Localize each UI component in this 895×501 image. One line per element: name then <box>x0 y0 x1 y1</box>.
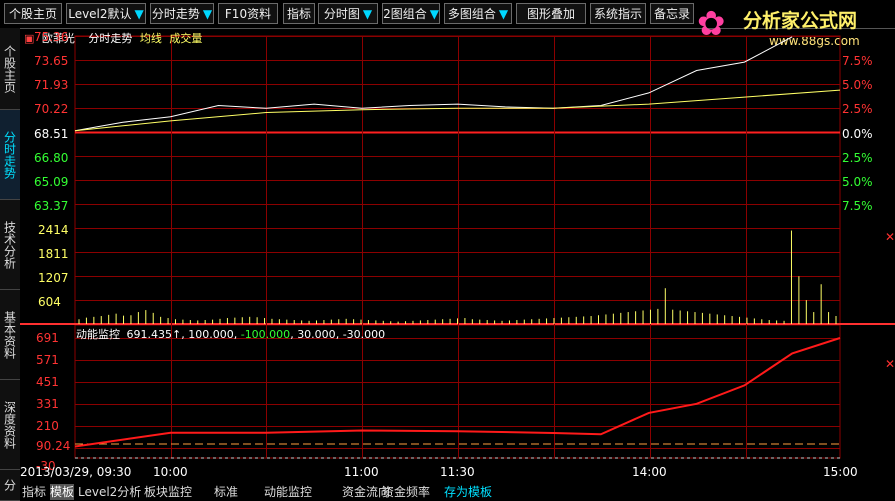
toolbar-button-label: 分时图 <box>323 7 360 21</box>
param-2: -100.000 <box>240 328 291 341</box>
dropdown-arrow-icon[interactable]: ▼ <box>363 7 372 21</box>
toolbar-button-2[interactable]: 分时走势 ▼ <box>150 3 214 24</box>
indicator-tick: 331 <box>36 397 59 411</box>
left-tab-3[interactable]: 基本资料 <box>0 290 20 380</box>
time-label-1000: 10:00 <box>153 465 188 479</box>
toolbar-button-10[interactable]: 备忘录 <box>650 3 694 24</box>
legend-volume: 成交量 <box>169 32 203 45</box>
time-label-1400: 14:00 <box>632 465 667 479</box>
indicator-panel-frame <box>74 324 841 459</box>
toolbar-button-label: 系统指示 <box>593 7 642 21</box>
time-label-1100: 11:00 <box>344 465 379 479</box>
time-label-1500: 15:00 <box>823 465 858 479</box>
time-label-start: 2013/03/29, 09:30 <box>20 465 132 479</box>
toolbar-button-0[interactable]: 个股主页 <box>4 3 62 24</box>
volume-tick: 2414 <box>38 223 69 237</box>
close-x-icon: ✕ <box>885 230 895 244</box>
toolbar-button-4[interactable]: 指标 <box>283 3 315 24</box>
left-tab-4[interactable]: 深度资料 <box>0 380 20 470</box>
param-1: 100.000 <box>188 328 234 341</box>
toolbar-button-9[interactable]: 系统指示 <box>590 3 646 24</box>
legend-avg: 均线 <box>139 32 162 45</box>
toolbar-button-1[interactable]: Level2默认 ▼ <box>66 3 146 24</box>
price-tick: 63.37 <box>34 199 69 213</box>
toolbar-button-label: 图形叠加 <box>526 7 575 21</box>
toolbar-button-8[interactable]: 图形叠加 <box>516 3 586 24</box>
series-line-2 <box>74 337 841 448</box>
bottom-tab-3[interactable]: 板块监控 <box>144 484 192 500</box>
indicator-tick: 90.24 <box>36 439 71 453</box>
price-tick: 71.93 <box>34 78 69 92</box>
toolbar-button-6[interactable]: 2图组合 ▼ <box>382 3 440 24</box>
volume-tick: 1811 <box>38 247 69 261</box>
toolbar-button-7[interactable]: 多图组合 ▼ <box>444 3 512 24</box>
left-tab-5[interactable]: 分 <box>0 470 20 501</box>
left-tab-bar: 个股主页 分时走势 技术分析 基本资料 深度资料分 <box>0 28 20 501</box>
indicator-tick: 691 <box>36 331 59 345</box>
close-x-icon: ✕ <box>885 357 895 371</box>
indicator-value: 691.435 <box>126 328 173 341</box>
price-tick: 73.65 <box>34 54 69 68</box>
toolbar-button-3[interactable]: F10资料 <box>218 3 278 24</box>
indicator-tick: 451 <box>36 375 59 389</box>
param-3: 30.000 <box>297 328 336 341</box>
toolbar-button-label: 指标 <box>286 7 311 21</box>
pct-tick: 2.5% <box>842 102 873 116</box>
toolbar-button-label: 备忘录 <box>653 7 690 21</box>
pct-tick: 0.0% <box>842 127 873 141</box>
bottom-tab-8[interactable]: 存为模板 <box>444 484 492 500</box>
indicator-legend: 动能监控 691.435↑, 100.000, -100.000, 30.000… <box>76 328 386 341</box>
bottom-tab-7[interactable]: 资金频率 <box>382 484 430 500</box>
toolbar-button-label: 分时走势 <box>151 7 200 21</box>
param-4: -30.000 <box>342 328 386 341</box>
left-tab-2[interactable]: 技术分析 <box>0 200 20 290</box>
price-tick: 70.22 <box>34 102 69 116</box>
series-line-1 <box>74 89 841 132</box>
series-line-0 <box>74 36 793 132</box>
volume-tick: 604 <box>38 295 61 309</box>
up-arrow-icon: ↑ <box>172 328 182 341</box>
bottom-tab-0[interactable]: 指标 <box>22 484 46 500</box>
pct-tick: 5.0% <box>842 175 873 189</box>
price-tick: 68.51 <box>34 127 69 141</box>
close-panel-icon[interactable]: ▣ <box>24 32 34 45</box>
bottom-tab-2[interactable]: Level2分析 <box>78 484 141 500</box>
legend-price: 分时走势 <box>88 32 133 45</box>
indicator-tick: 571 <box>36 353 59 367</box>
volume-tick: 1207 <box>38 271 69 285</box>
toolbar-button-label: F10资料 <box>224 7 272 21</box>
time-label-1130: 11:30 <box>440 465 475 479</box>
bottom-tab-4[interactable]: 标准 <box>214 484 238 500</box>
pct-tick: 5.0% <box>842 78 873 92</box>
indicator-tick: 210 <box>36 419 59 433</box>
pct-tick: 7.5% <box>842 54 873 68</box>
toolbar-button-label: 个股主页 <box>8 7 57 21</box>
toolbar-button-label: 多图组合 <box>447 7 496 21</box>
left-tab-0[interactable]: 个股主页 <box>0 28 20 110</box>
left-tab-1[interactable]: 分时走势 <box>0 110 20 200</box>
toolbar-button-5[interactable]: 分时图 ▼ <box>318 3 378 24</box>
dropdown-arrow-icon[interactable]: ▼ <box>203 7 212 21</box>
bottom-tab-bar: 指标 模板 Level2分析 板块监控 标准 动能监控 资金流向 资金频率 存为模板 <box>20 483 895 501</box>
chart-area[interactable]: ✕✕ <box>20 28 895 483</box>
price-tick: 75.36 <box>34 30 69 44</box>
bottom-tab-5[interactable]: 动能监控 <box>264 484 312 500</box>
toolbar-button-label: 2图组合 <box>383 7 427 21</box>
dropdown-arrow-icon[interactable]: ▼ <box>135 7 144 21</box>
price-tick: 65.09 <box>34 175 69 189</box>
price-tick: 66.80 <box>34 151 69 165</box>
dropdown-arrow-icon[interactable]: ▼ <box>430 7 439 21</box>
bottom-tab-1[interactable]: 模板 <box>50 484 75 500</box>
pct-tick: 2.5% <box>842 151 873 165</box>
dropdown-arrow-icon[interactable]: ▼ <box>499 7 508 21</box>
pct-tick: 7.5% <box>842 199 873 213</box>
toolbar-button-label: Level2默认 <box>68 7 132 21</box>
